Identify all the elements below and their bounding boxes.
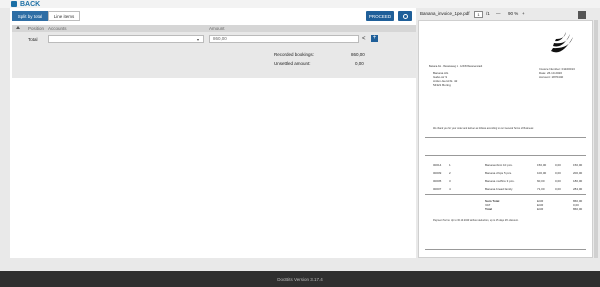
tab-line-items[interactable]: Line items (48, 11, 80, 21)
zoom-level[interactable]: 90 % (508, 11, 518, 16)
row-article: 00005 (433, 179, 442, 183)
zoom-in-button[interactable]: + (522, 11, 525, 16)
sender-line: Banana AG · Bananaweg 1 · 12345 Bananens… (429, 65, 483, 68)
recipient-line-4: 54321 Boring (433, 83, 451, 87)
top-bar: BACK (0, 0, 600, 8)
tab-split-by-total[interactable]: Split by total (12, 11, 48, 21)
divider (425, 194, 586, 195)
row-description: Bananenbrot 10 pcs. (485, 163, 513, 167)
row-price: 150,00 (537, 163, 547, 167)
row-discount: 0,00 (555, 171, 561, 175)
invoice-account: Account: 1870440 (539, 75, 564, 79)
pdf-scrollbar[interactable] (594, 20, 598, 258)
total-currency: EUR (537, 207, 544, 211)
row-total: 200,00 (573, 171, 583, 175)
proceed-button[interactable]: PROCEED (366, 11, 394, 21)
back-arrow-icon (11, 1, 17, 7)
footer: DocBits Version 3.17.4 (0, 271, 600, 287)
row-article: 00007 (433, 187, 442, 191)
column-accounts: Accounts (48, 26, 67, 31)
row-qty: 1 (449, 163, 451, 167)
zoom-out-button[interactable]: — (496, 11, 501, 16)
version-text: DocBits Version 3.17.4 (277, 276, 323, 282)
back-button[interactable]: BACK (11, 0, 40, 8)
collapse-caret-icon[interactable] (16, 26, 20, 29)
gear-icon (402, 13, 408, 19)
divider (425, 155, 586, 156)
row-total: 150,00 (573, 163, 583, 167)
pdf-page: Banana AG · Bananaweg 1 · 12345 Bananens… (418, 20, 593, 258)
pdf-toolbar: Banana_invoice_1pe.pdf 1 /1 — 90 % + (416, 8, 600, 20)
row-discount: 0,00 (555, 179, 561, 183)
unsettled-amount-value: 0,00 (355, 61, 364, 66)
row-qty: 2 (449, 171, 451, 175)
column-position: Position (28, 26, 45, 31)
table-header: Position Accounts Amount (12, 25, 416, 32)
divider (425, 137, 586, 138)
row-description: Banana chips 5 pcs. (485, 171, 513, 175)
chevron-down-icon: ▾ (196, 37, 199, 42)
row-qty: 4 (449, 187, 451, 191)
row-price: 100,00 (537, 171, 547, 175)
row-qty: 3 (449, 179, 451, 183)
unsettled-amount-label: Unsettled amount: (274, 61, 311, 66)
booking-table: Position Accounts Amount Total ▾ 860,00 … (12, 25, 416, 78)
row-price: 60,00 (537, 179, 545, 183)
divider (425, 249, 586, 250)
account-select[interactable]: ▾ (48, 35, 204, 43)
share-icon[interactable]: < (362, 36, 366, 42)
banana-logo (551, 32, 573, 53)
column-amount: Amount (209, 26, 225, 31)
page-number-input[interactable]: 1 (474, 11, 483, 18)
row-description: Banana bread family (485, 187, 513, 191)
row-discount: 0,00 (555, 187, 561, 191)
row-total: 284,00 (573, 187, 583, 191)
row-description: Banana muffins 3 pcs. (485, 179, 515, 183)
main-panel: Split by total Line items PROCEED Positi… (10, 8, 416, 258)
row-price: 71,00 (537, 187, 545, 191)
row-article: 00014 (433, 163, 442, 167)
page-total: /1 (486, 11, 490, 16)
invoice-intro: We thank you for your order and deliver … (433, 127, 534, 130)
row-total: 180,00 (573, 179, 583, 183)
recorded-bookings-label: Recorded bookings: (274, 52, 315, 57)
amount-input[interactable]: 860,00 (209, 35, 359, 43)
row-article: 00009 (433, 171, 442, 175)
pdf-filename: Banana_invoice_1pe.pdf (420, 11, 470, 16)
back-label: BACK (20, 0, 41, 8)
download-icon[interactable] (578, 11, 586, 19)
payment-terms: Payment Terms: Up to 30.10.2020 without … (433, 219, 519, 222)
total-label: Total (485, 207, 492, 211)
add-row-button[interactable]: + (371, 35, 378, 42)
recorded-bookings-value: 860,00 (351, 52, 365, 57)
settings-button[interactable] (398, 11, 412, 21)
row-label-total: Total (28, 37, 38, 42)
row-discount: 0,00 (555, 163, 561, 167)
total-value: 860,00 (573, 207, 583, 211)
